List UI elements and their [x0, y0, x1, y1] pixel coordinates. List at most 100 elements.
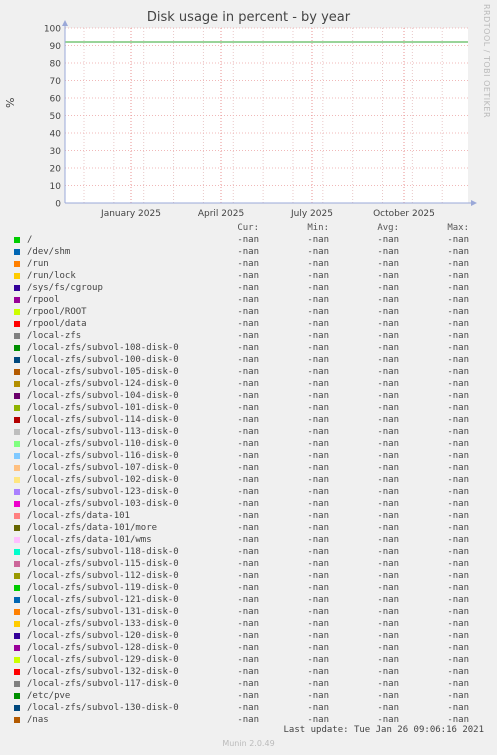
- series-cur: -nan: [237, 295, 259, 305]
- series-name: /local-zfs/subvol-129-disk-0: [27, 655, 179, 665]
- series-avg: -nan: [377, 415, 399, 425]
- series-max: -nan: [447, 331, 469, 341]
- series-min: -nan: [307, 499, 329, 509]
- series-cur: -nan: [237, 499, 259, 509]
- legend-row: /local-zfs/subvol-120-disk-0 -nan -nan -nan…: [0, 630, 497, 642]
- legend-row: /local-zfs/data-101/wms -nan -nan -nan -nan: [0, 534, 497, 546]
- series-max: -nan: [447, 235, 469, 245]
- legend-swatch: [14, 405, 20, 411]
- series-max: -nan: [447, 679, 469, 689]
- legend-swatch: [14, 237, 20, 243]
- series-name: /dev/shm: [27, 247, 71, 257]
- series-min: -nan: [307, 295, 329, 305]
- series-cur: -nan: [237, 391, 259, 401]
- series-min: -nan: [307, 427, 329, 437]
- legend-row: /local-zfs/subvol-105-disk-0 -nan -nan -nan…: [0, 366, 497, 378]
- legend-swatch: [14, 429, 20, 435]
- legend-swatch: [14, 681, 20, 687]
- series-max: -nan: [447, 379, 469, 389]
- series-min: -nan: [307, 667, 329, 677]
- series-min: -nan: [307, 379, 329, 389]
- series-cur: -nan: [237, 487, 259, 497]
- series-avg: -nan: [377, 355, 399, 365]
- legend-row: /local-zfs/subvol-103-disk-0 -nan -nan -nan…: [0, 498, 497, 510]
- series-max: -nan: [447, 463, 469, 473]
- legend-swatch: [14, 357, 20, 363]
- series-min: -nan: [307, 703, 329, 713]
- series-cur: -nan: [237, 547, 259, 557]
- series-cur: -nan: [237, 403, 259, 413]
- series-min: -nan: [307, 595, 329, 605]
- legend-row: /local-zfs/subvol-128-disk-0 -nan -nan -nan…: [0, 642, 497, 654]
- series-max: -nan: [447, 307, 469, 317]
- legend-row: /local-zfs/subvol-110-disk-0 -nan -nan -nan…: [0, 438, 497, 450]
- series-name: /local-zfs/subvol-110-disk-0: [27, 439, 179, 449]
- series-max: -nan: [447, 247, 469, 257]
- series-cur: -nan: [237, 631, 259, 641]
- series-cur: -nan: [237, 427, 259, 437]
- y-tick-label: 70: [50, 77, 62, 87]
- legend-swatch: [14, 489, 20, 495]
- series-name: /nas: [27, 715, 49, 725]
- series-name: /local-zfs/subvol-128-disk-0: [27, 643, 179, 653]
- series-min: -nan: [307, 535, 329, 545]
- legend-swatch: [14, 609, 20, 615]
- series-name: /local-zfs/subvol-114-disk-0: [27, 415, 179, 425]
- legend-row: /local-zfs/subvol-133-disk-0 -nan -nan -nan…: [0, 618, 497, 630]
- legend-row: /local-zfs/subvol-118-disk-0 -nan -nan -nan…: [0, 546, 497, 558]
- series-avg: -nan: [377, 403, 399, 413]
- legend-swatch: [14, 393, 20, 399]
- series-max: -nan: [447, 283, 469, 293]
- legend-swatch: [14, 345, 20, 351]
- series-cur: -nan: [237, 379, 259, 389]
- series-max: -nan: [447, 643, 469, 653]
- series-max: -nan: [447, 667, 469, 677]
- series-min: -nan: [307, 283, 329, 293]
- series-cur: -nan: [237, 475, 259, 485]
- legend-row: /local-zfs/subvol-104-disk-0 -nan -nan -nan…: [0, 390, 497, 402]
- legend-row: /rpool -nan -nan -nan -nan: [0, 294, 497, 306]
- munin-footer: Munin 2.0.49: [222, 739, 275, 748]
- series-max: -nan: [447, 499, 469, 509]
- series-min: -nan: [307, 259, 329, 269]
- series-min: -nan: [307, 355, 329, 365]
- series-avg: -nan: [377, 547, 399, 557]
- series-name: /rpool: [27, 295, 60, 305]
- series-min: -nan: [307, 391, 329, 401]
- series-max: -nan: [447, 559, 469, 569]
- series-cur: -nan: [237, 355, 259, 365]
- series-name: /local-zfs/subvol-118-disk-0: [27, 547, 179, 557]
- series-max: -nan: [447, 535, 469, 545]
- legend-row: /run -nan -nan -nan -nan: [0, 258, 497, 270]
- series-avg: -nan: [377, 595, 399, 605]
- series-name: /run/lock: [27, 271, 76, 281]
- series-min: -nan: [307, 235, 329, 245]
- series-cur: -nan: [237, 259, 259, 269]
- legend-swatch: [14, 633, 20, 639]
- series-avg: -nan: [377, 679, 399, 689]
- x-axis-arrow: [471, 200, 477, 206]
- y-tick-label: 30: [50, 147, 62, 157]
- series-name: /local-zfs/subvol-100-disk-0: [27, 355, 179, 365]
- series-max: -nan: [447, 523, 469, 533]
- series-avg: -nan: [377, 283, 399, 293]
- y-tick-label: 90: [50, 42, 62, 52]
- legend-row: /local-zfs/data-101 -nan -nan -nan -nan: [0, 510, 497, 522]
- legend-swatch: [14, 669, 20, 675]
- series-cur: -nan: [237, 583, 259, 593]
- series-name: /local-zfs/subvol-116-disk-0: [27, 451, 179, 461]
- series-max: -nan: [447, 271, 469, 281]
- series-min: -nan: [307, 307, 329, 317]
- y-tick-label: 50: [50, 112, 62, 122]
- series-cur: -nan: [237, 679, 259, 689]
- series-cur: -nan: [237, 463, 259, 473]
- series-max: -nan: [447, 415, 469, 425]
- series-avg: -nan: [377, 427, 399, 437]
- series-min: -nan: [307, 655, 329, 665]
- series-avg: -nan: [377, 499, 399, 509]
- series-max: -nan: [447, 451, 469, 461]
- series-avg: -nan: [377, 655, 399, 665]
- series-cur: -nan: [237, 703, 259, 713]
- series-avg: -nan: [377, 319, 399, 329]
- series-max: -nan: [447, 571, 469, 581]
